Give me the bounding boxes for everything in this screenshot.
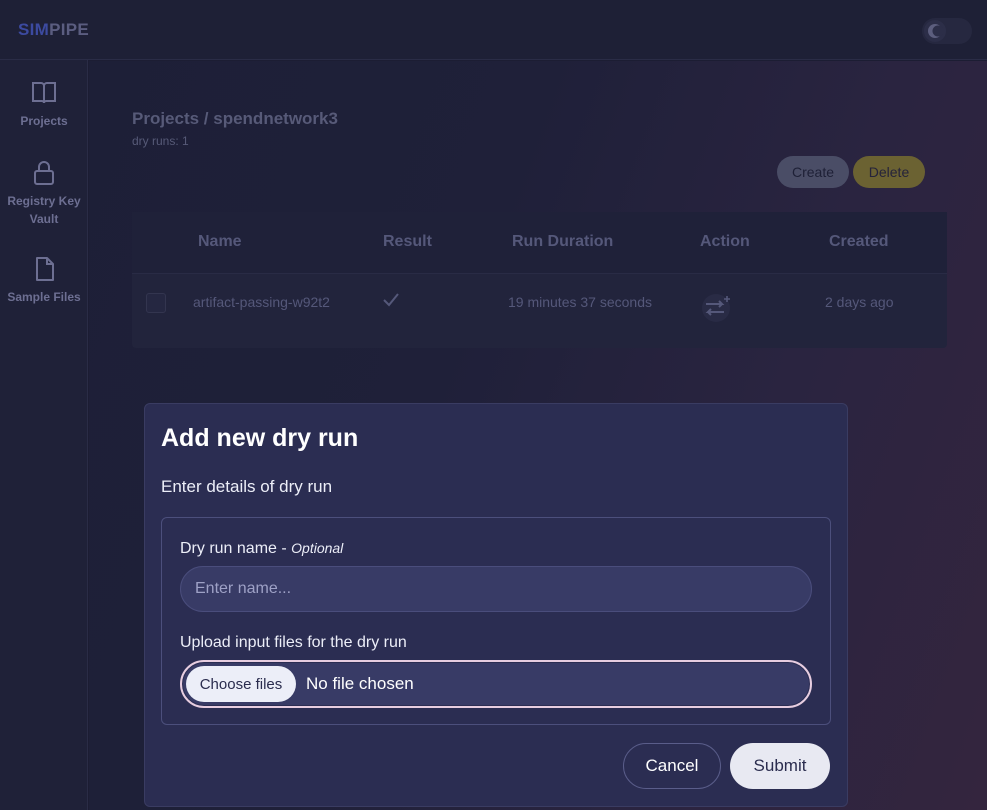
lock-icon <box>34 161 54 185</box>
name-label-text: Dry run name - <box>180 540 292 557</box>
file-icon <box>36 257 54 281</box>
column-header-action[interactable]: Action <box>700 233 750 251</box>
file-status: No file chosen <box>306 674 414 693</box>
create-button[interactable]: Create <box>777 156 849 188</box>
check-icon <box>382 292 400 311</box>
column-header-created[interactable]: Created <box>829 233 889 251</box>
modal-title: Add new dry run <box>161 424 359 452</box>
delete-button[interactable]: Delete <box>853 156 925 188</box>
sidebar-item-projects[interactable]: Projects <box>0 80 88 130</box>
row-duration: 19 minutes 37 seconds <box>508 294 652 310</box>
row-name[interactable]: artifact-passing-w92t2 <box>193 294 330 310</box>
optional-tag: Optional <box>291 540 344 556</box>
sidebar-item-label: Sample Files <box>7 290 81 304</box>
modal-description: Enter details of dry run <box>161 477 333 496</box>
sidebar-item-label-line1: Registry Key <box>7 194 81 208</box>
upload-label: Upload input files for the dry run <box>180 634 407 651</box>
submit-button[interactable]: Submit <box>730 743 830 789</box>
sidebar-item-label-line2: Vault <box>29 212 59 226</box>
breadcrumb[interactable]: Projects / spendnetwork3 <box>132 109 338 129</box>
theme-toggle[interactable] <box>922 18 972 44</box>
choose-files-button[interactable]: Choose files <box>186 666 296 702</box>
column-header-name[interactable]: Name <box>198 233 242 251</box>
row-checkbox[interactable] <box>146 293 166 313</box>
cancel-button[interactable]: Cancel <box>623 743 721 789</box>
column-header-result[interactable]: Result <box>383 233 432 251</box>
app-logo[interactable]: SIMPIPE <box>18 20 89 40</box>
add-dry-run-modal: Add new dry run Enter details of dry run… <box>144 403 848 807</box>
sidebar: Projects Registry Key Vault Sample Files <box>0 60 88 810</box>
column-header-run-duration[interactable]: Run Duration <box>512 233 613 251</box>
dry-run-name-label: Dry run name - Optional <box>180 540 343 558</box>
top-bar: SIMPIPE <box>0 0 987 60</box>
table-header: Name Result Run Duration Action Created <box>132 212 947 274</box>
moon-icon <box>924 20 946 42</box>
dry-run-name-input[interactable] <box>180 566 812 612</box>
row-created: 2 days ago <box>825 294 894 310</box>
sidebar-item-label: Projects <box>20 114 68 128</box>
logo-part-1: SIM <box>18 20 50 39</box>
rerun-icon[interactable] <box>700 292 736 325</box>
sidebar-item-registry-key-vault[interactable]: Registry Key Vault <box>0 160 88 228</box>
book-icon <box>32 82 56 104</box>
dry-run-form: Dry run name - Optional Upload input fil… <box>161 517 831 725</box>
dry-runs-table: Name Result Run Duration Action Created … <box>132 212 947 348</box>
file-upload-input[interactable]: Choose files No file chosen <box>180 660 812 708</box>
dry-runs-count: dry runs: 1 <box>132 134 189 148</box>
sidebar-item-sample-files[interactable]: Sample Files <box>0 256 88 306</box>
logo-part-2: PIPE <box>49 20 90 39</box>
